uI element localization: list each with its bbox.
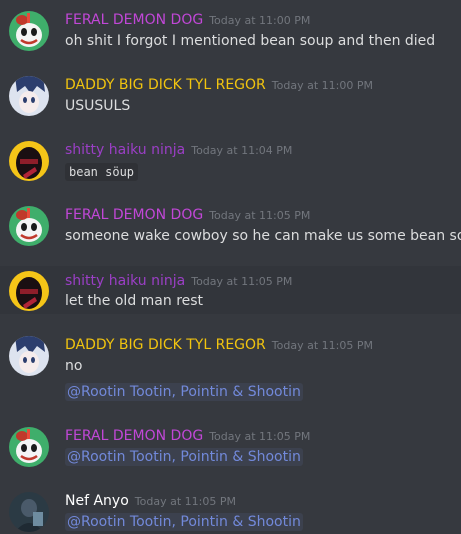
username[interactable]: FERAL DEMON DOG	[65, 12, 203, 28]
username[interactable]: DADDY BIG DICK TYL REGOR	[65, 337, 266, 353]
username[interactable]: FERAL DEMON DOG	[65, 207, 203, 223]
avatar[interactable]	[9, 76, 49, 116]
cuphead-avatar-icon	[9, 11, 49, 51]
username[interactable]: shitty haiku ninja	[65, 273, 185, 289]
user-mention[interactable]: @Rootin Tootin, Pointin & Shootin	[65, 513, 303, 531]
username[interactable]: shitty haiku ninja	[65, 142, 185, 158]
username[interactable]: Nef Anyo	[65, 493, 129, 509]
message: Nef Anyo Today at 11:05 PM @Rootin Tootin…	[0, 481, 461, 534]
timestamp: Today at 11:00 PM	[271, 79, 373, 92]
cuphead-avatar-icon	[9, 206, 49, 246]
message: DADDY BIG DICK TYL REGOR Today at 11:00 P…	[0, 65, 461, 127]
message-text: someone wake cowboy so he can make us so…	[65, 228, 461, 244]
message-text: let the old man rest	[65, 293, 204, 309]
timestamp: Today at 11:05 PM	[271, 339, 373, 352]
timestamp: Today at 11:05 PM	[134, 495, 236, 508]
message-content: @Rootin Tootin, Pointin & Shootin	[65, 382, 303, 402]
message-content: @Rootin Tootin, Pointin & Shootin	[65, 447, 303, 467]
message: FERAL DEMON DOG Today at 11:05 PM @Rootin…	[0, 416, 461, 478]
ninja-avatar-icon	[9, 141, 49, 181]
avatar[interactable]	[9, 11, 49, 51]
message-content: @Rootin Tootin, Pointin & Shootin	[65, 512, 303, 532]
anime-avatar-icon	[9, 336, 49, 376]
timestamp: Today at 11:05 PM	[209, 430, 311, 443]
user-mention[interactable]: @Rootin Tootin, Pointin & Shootin	[65, 448, 303, 466]
message: FERAL DEMON DOG Today at 11:05 PM someone…	[0, 195, 461, 257]
timestamp: Today at 11:05 PM	[191, 275, 293, 288]
username[interactable]: DADDY BIG DICK TYL REGOR	[65, 77, 266, 93]
character-avatar-icon	[9, 492, 49, 532]
avatar[interactable]	[9, 206, 49, 246]
avatar[interactable]	[9, 427, 49, 467]
message: shitty haiku ninja Today at 11:05 PM let …	[0, 266, 461, 314]
message-content: bean söup	[65, 162, 139, 182]
user-mention[interactable]: @Rootin Tootin, Pointin & Shootin	[65, 383, 303, 401]
anime-avatar-icon	[9, 76, 49, 116]
message-text: USUSULS	[65, 98, 131, 114]
message: shitty haiku ninja Today at 11:04 PM bean…	[0, 130, 461, 192]
inline-code: bean söup	[65, 163, 139, 181]
avatar[interactable]	[9, 336, 49, 376]
chat-messages: FERAL DEMON DOG Today at 11:00 PM oh shit…	[0, 0, 461, 534]
avatar[interactable]	[9, 141, 49, 181]
message-text: oh shit I forgot I mentioned bean soup a…	[65, 33, 436, 49]
cuphead-avatar-icon	[9, 427, 49, 467]
avatar[interactable]	[9, 492, 49, 532]
username[interactable]: FERAL DEMON DOG	[65, 428, 203, 444]
timestamp: Today at 11:05 PM	[209, 209, 311, 222]
message-text: no	[65, 358, 83, 374]
ninja-avatar-icon	[9, 271, 49, 311]
message: FERAL DEMON DOG Today at 11:00 PM oh shit…	[0, 0, 461, 62]
timestamp: Today at 11:00 PM	[209, 14, 311, 27]
timestamp: Today at 11:04 PM	[191, 144, 293, 157]
avatar[interactable]	[9, 271, 49, 311]
message: DADDY BIG DICK TYL REGOR Today at 11:05 P…	[0, 325, 461, 410]
